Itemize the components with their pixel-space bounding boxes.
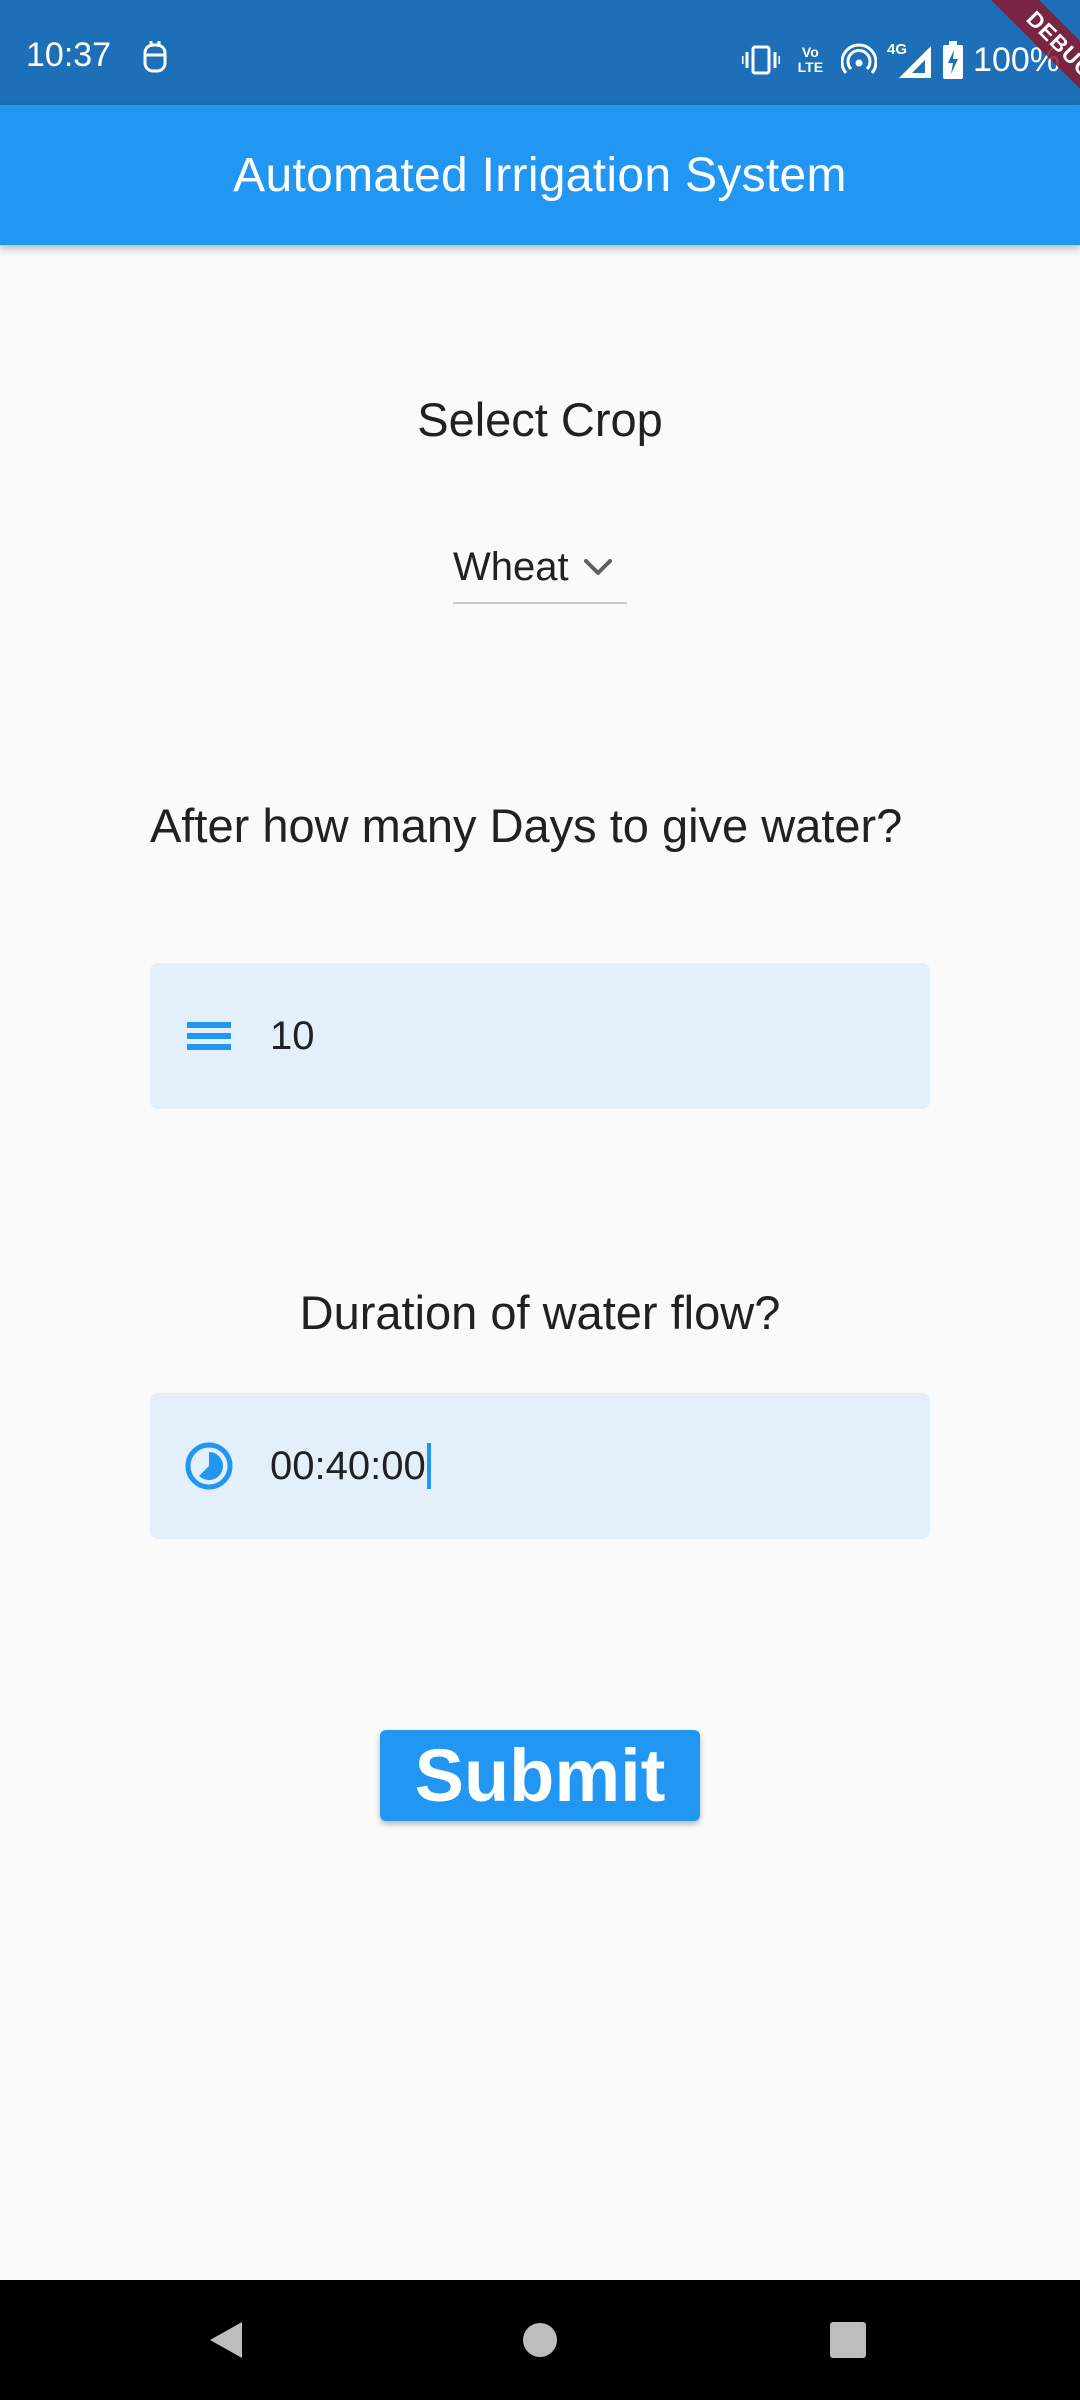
- duration-question-label: Duration of water flow?: [299, 1286, 781, 1339]
- duration-input[interactable]: 00:40:00: [270, 1443, 431, 1489]
- system-nav-bar: [0, 2280, 1080, 2400]
- app-notification-icon: [143, 41, 167, 73]
- status-bar: 10:37 Vo LTE 4G 100%: [0, 0, 1080, 105]
- crop-selected-value: Wheat: [453, 544, 569, 589]
- debug-ribbon: DEBUG: [940, 0, 1080, 140]
- text-cursor: [426, 1443, 431, 1489]
- days-input[interactable]: 10: [270, 1014, 315, 1059]
- crop-dropdown[interactable]: Wheat: [453, 532, 627, 604]
- back-icon[interactable]: [196, 2310, 256, 2370]
- timelapse-icon: [185, 1442, 233, 1490]
- duration-input-container[interactable]: 00:40:00: [150, 1393, 930, 1539]
- page-title: Automated Irrigation System: [233, 148, 847, 202]
- days-input-container[interactable]: 10: [150, 963, 930, 1109]
- vibrate-icon: [741, 45, 780, 75]
- submit-button[interactable]: Submit: [380, 1730, 700, 1821]
- days-question-label: After how many Days to give water?: [150, 799, 903, 852]
- chevron-down-icon: [583, 559, 612, 575]
- hotspot-icon: [841, 43, 878, 74]
- duration-input-value: 00:40:00: [270, 1443, 426, 1488]
- svg-text:4G: 4G: [887, 41, 907, 58]
- status-time: 10:37: [26, 36, 112, 74]
- app-bar: Automated Irrigation System: [0, 105, 1080, 245]
- select-crop-label: Select Crop: [417, 393, 663, 446]
- menu-lines-icon: [187, 1022, 231, 1050]
- recents-icon[interactable]: [818, 2310, 878, 2370]
- volte-icon: Vo LTE: [798, 45, 823, 75]
- volte-line2: LTE: [797, 59, 824, 75]
- signal-icon: 4G: [887, 41, 932, 78]
- days-input-value: 10: [270, 1013, 315, 1058]
- home-icon[interactable]: [510, 2310, 570, 2370]
- debug-banner-label: DEBUG: [970, 0, 1080, 135]
- volte-line1: Vo: [801, 44, 819, 60]
